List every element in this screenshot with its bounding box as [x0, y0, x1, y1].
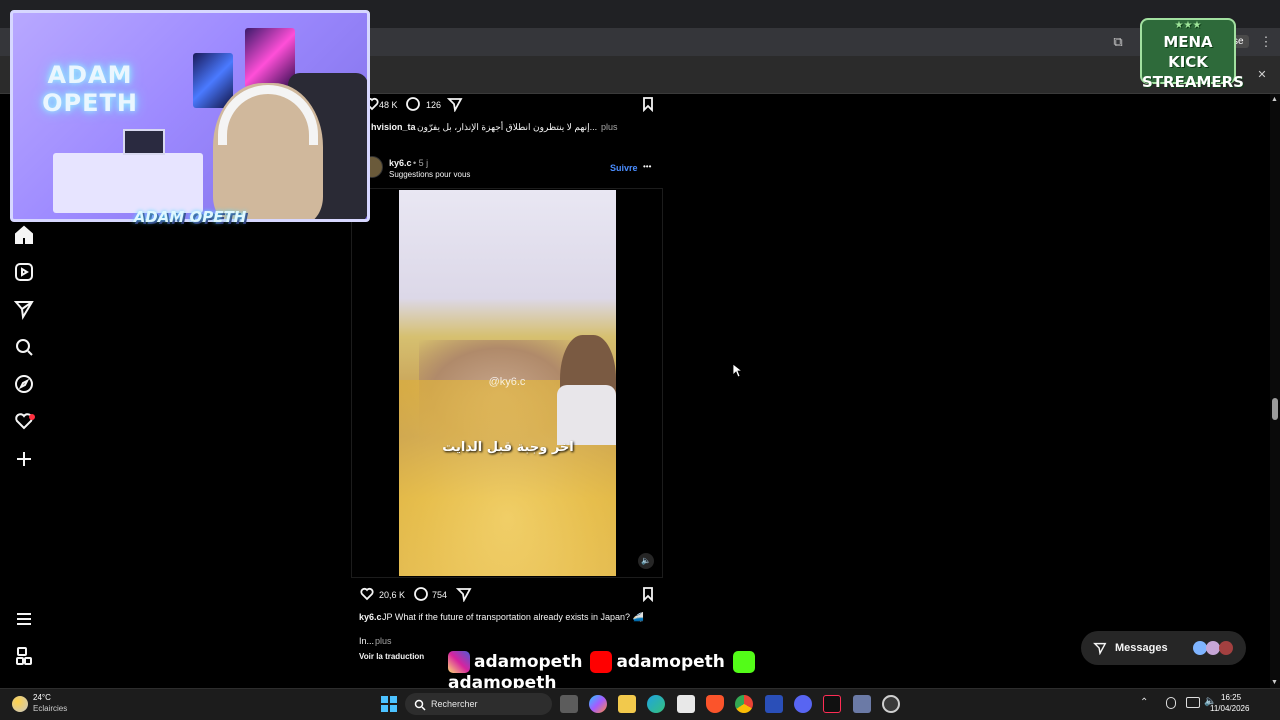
share-icon[interactable]	[455, 586, 472, 607]
taskbar-search[interactable]: Rechercher	[405, 693, 552, 715]
avatar	[1193, 641, 1207, 655]
video-watermark: @ky6.c	[488, 376, 526, 388]
send-icon[interactable]	[12, 297, 36, 321]
more-menu-icon[interactable]	[12, 607, 36, 631]
caption-more[interactable]: plus	[375, 636, 392, 646]
taskbar: 24°C Eclaircies ⌃ 🔈 16:25 11/04/2026	[0, 688, 1280, 720]
avatar	[1219, 641, 1233, 655]
prev-username[interactable]: hvision_ta	[371, 122, 416, 132]
tiktok-icon[interactable]	[823, 695, 841, 713]
instagram-icon	[448, 651, 470, 673]
heart-icon[interactable]	[12, 409, 36, 433]
translate-link[interactable]: Voir la traduction	[359, 652, 424, 661]
windows-start-icon[interactable]	[381, 696, 397, 717]
mouse-cursor-icon	[732, 363, 744, 383]
messages-label: Messages	[1115, 642, 1168, 654]
bookmark-icon[interactable]	[640, 586, 656, 607]
shelf	[53, 153, 203, 213]
caption-text: JP What if the future of transportation …	[382, 612, 644, 622]
brave-icon[interactable]	[706, 695, 724, 713]
caption-line2: In...	[359, 636, 375, 646]
comments-count: 754	[432, 590, 448, 600]
tray-chevron-icon[interactable]: ⌃	[1140, 697, 1148, 708]
caption-username[interactable]: ky6.c	[359, 612, 382, 622]
cast-icon[interactable]: ⧉	[1108, 32, 1128, 52]
weather-desc: Eclaircies	[33, 704, 68, 713]
post-subtitle: Suggestions pour vous	[389, 170, 471, 179]
browser-menu-icon[interactable]: ⋮	[1256, 32, 1276, 52]
prev-caption: ...إنهم لا ينتظرون انطلاق أجهزة الإنذار،…	[417, 122, 598, 132]
share-icon[interactable]	[446, 96, 463, 117]
microphone-icon[interactable]	[1166, 697, 1176, 709]
task-view-icon[interactable]	[560, 695, 578, 713]
prev-comments-count: 126	[426, 100, 442, 110]
streamer-name-tag: ADAM OPETH	[133, 208, 247, 226]
home-icon[interactable]	[12, 223, 36, 247]
comment-icon[interactable]	[413, 586, 429, 607]
app-icon[interactable]	[853, 695, 871, 713]
comment-icon[interactable]	[405, 96, 421, 117]
bookmark-icon[interactable]	[640, 96, 656, 117]
display-icon[interactable]	[1186, 697, 1200, 708]
clock-date[interactable]: 11/04/2026	[1210, 704, 1249, 713]
youtube-handle: adamopeth	[616, 652, 725, 672]
file-explorer-icon[interactable]	[618, 695, 636, 713]
obs-icon[interactable]	[882, 695, 900, 713]
store-icon[interactable]	[677, 695, 695, 713]
video-caption: اخر وجبة قبل الدايت	[442, 440, 574, 455]
clock-time[interactable]: 16:25	[1221, 693, 1241, 702]
neon-sign: ADAM OPETH	[42, 61, 138, 117]
socials-overlay: adamopeth adamopethadamopeth	[444, 651, 874, 693]
monitor	[123, 129, 165, 155]
weather-icon[interactable]	[12, 696, 28, 712]
likes-count: 20,6 K	[379, 590, 406, 600]
app-icon[interactable]	[765, 695, 783, 713]
youtube-icon	[590, 651, 613, 673]
post-options-icon[interactable]: •••	[643, 162, 651, 171]
scroll-up-icon[interactable]: ▲	[1271, 96, 1278, 103]
chrome-icon[interactable]	[735, 695, 753, 713]
scrollbar[interactable]	[1270, 94, 1280, 688]
stars-icon: ★★★	[1174, 20, 1202, 31]
prev-caption-more[interactable]: plus	[601, 122, 618, 132]
explore-icon[interactable]	[12, 372, 36, 396]
follow-button[interactable]: Suivre	[610, 163, 638, 173]
logo-line2: STREAMERS	[1142, 73, 1244, 91]
weather-temp: 24°C	[33, 693, 51, 702]
meta-icon[interactable]	[12, 644, 36, 668]
webcam-overlay: ADAM OPETH	[10, 10, 370, 222]
create-icon[interactable]	[12, 447, 36, 471]
messages-button[interactable]: Messages	[1081, 631, 1246, 665]
scroll-down-icon[interactable]: ▼	[1271, 679, 1278, 686]
post-time: • 5 j	[413, 158, 429, 168]
search-placeholder: Rechercher	[431, 699, 478, 709]
send-icon	[1093, 641, 1107, 660]
discord-icon[interactable]	[794, 695, 812, 713]
logo-line1: MENA KICK	[1163, 33, 1213, 71]
search-icon[interactable]	[12, 335, 36, 359]
kick-icon	[732, 651, 755, 673]
wall-poster	[193, 53, 233, 108]
edge-icon[interactable]	[647, 695, 665, 713]
mena-kick-streamers-logo: ★★★ MENA KICK STREAMERS	[1140, 18, 1244, 91]
video-person-shirt	[557, 385, 616, 445]
close-icon[interactable]: ✕	[1252, 65, 1272, 85]
copilot-icon[interactable]	[589, 695, 607, 713]
reels-icon[interactable]	[12, 260, 36, 284]
instagram-handle: adamopeth	[474, 652, 583, 672]
search-icon	[414, 698, 426, 716]
scrollbar-thumb[interactable]	[1272, 398, 1278, 420]
post-username[interactable]: ky6.c	[389, 158, 412, 168]
like-icon[interactable]	[359, 586, 375, 607]
avatar	[1206, 641, 1220, 655]
notification-dot	[29, 414, 35, 420]
prev-likes-count: 48 K	[379, 100, 398, 110]
mute-icon[interactable]: 🔈	[638, 553, 654, 569]
wall-poster	[245, 28, 295, 88]
